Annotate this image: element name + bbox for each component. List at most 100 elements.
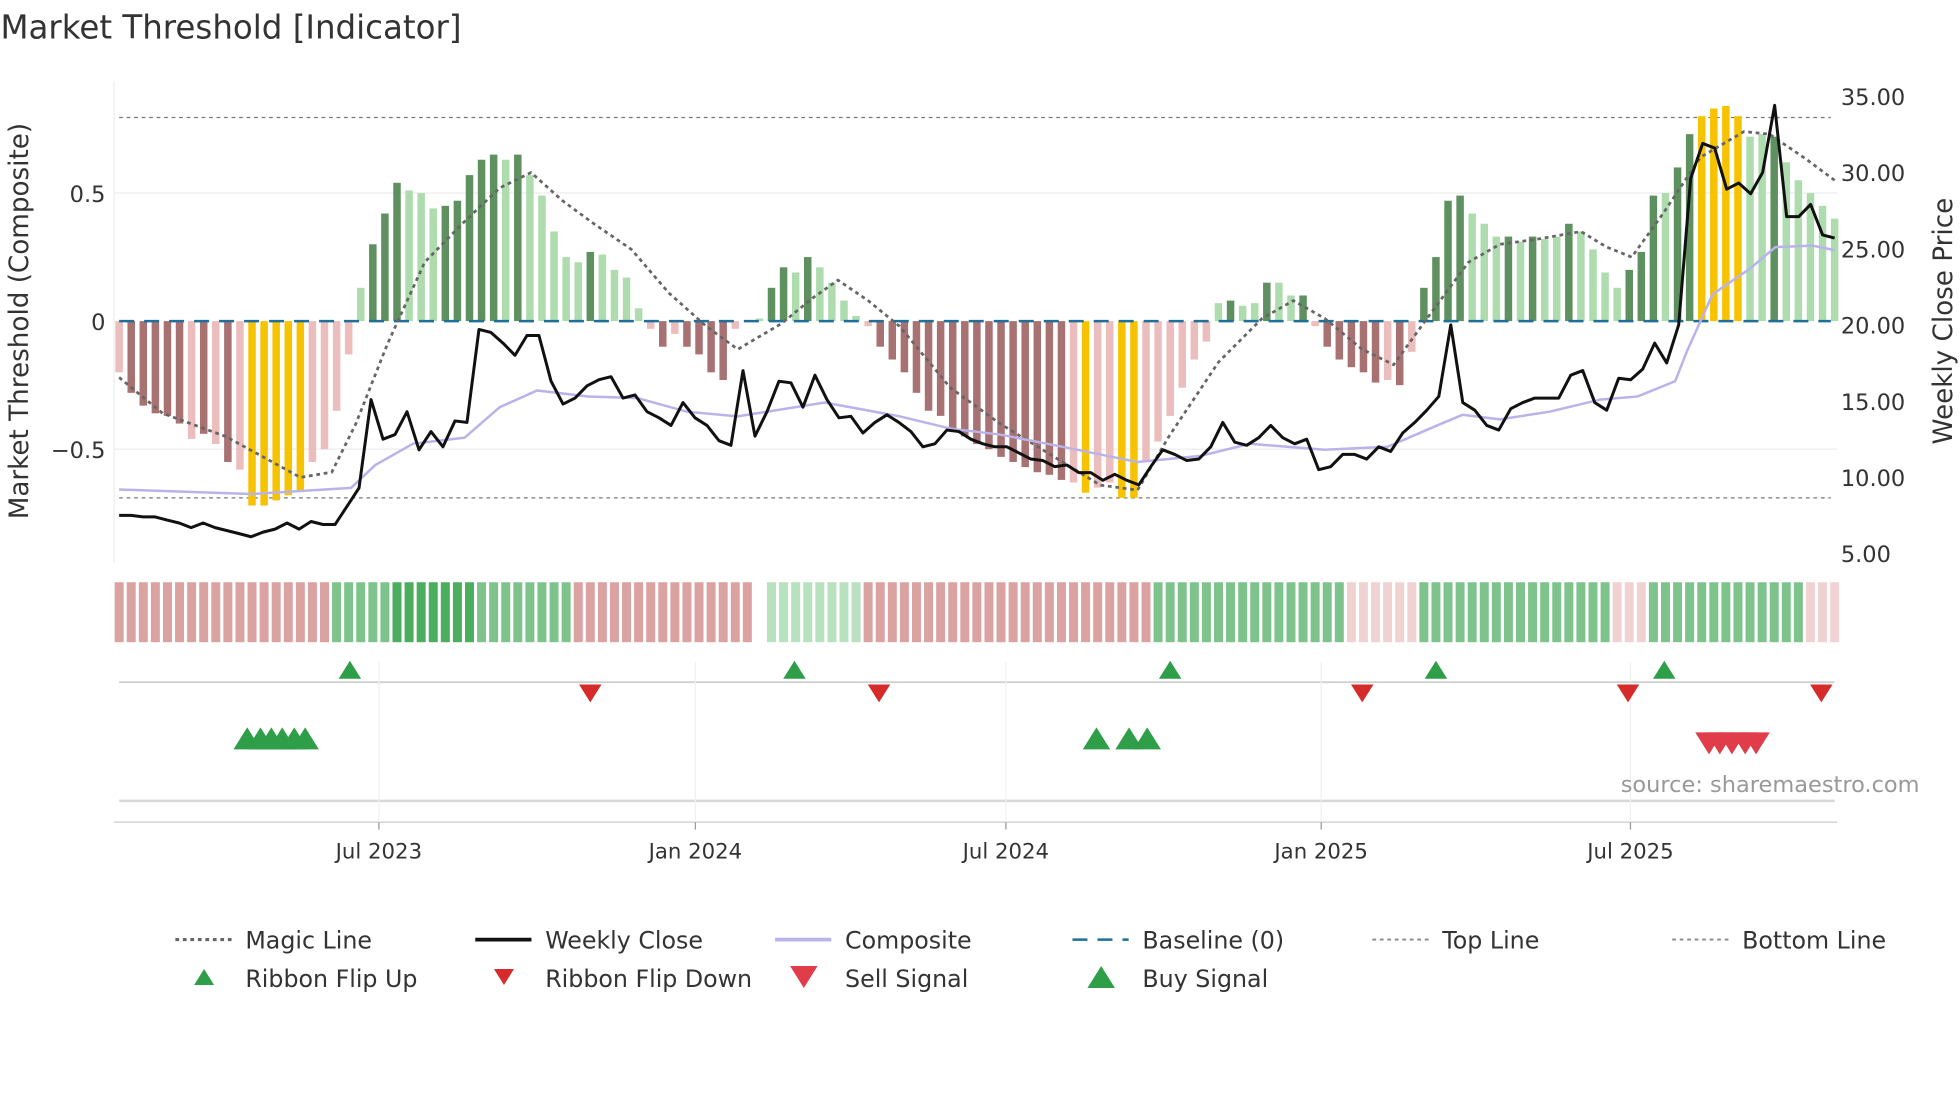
composite-bar xyxy=(369,244,377,322)
legend-buy-label: Buy Signal xyxy=(1142,965,1268,993)
ribbon-cell xyxy=(332,582,342,643)
ribbon-cell xyxy=(1334,582,1344,643)
ribbon-cell xyxy=(1793,582,1803,643)
composite-bar xyxy=(1770,136,1778,322)
composite-bar xyxy=(719,321,727,381)
composite-bar xyxy=(284,321,293,496)
composite-bar xyxy=(175,321,184,424)
ribbon-cell xyxy=(1153,582,1163,643)
ribbon-cell xyxy=(1093,582,1103,643)
composite-bar xyxy=(465,175,474,322)
ribbon-cell xyxy=(1830,582,1840,643)
ribbon-cell xyxy=(320,582,330,643)
composite-bar xyxy=(683,321,691,347)
ribbon xyxy=(114,582,1840,643)
composite-bar xyxy=(586,251,595,322)
composite-bar xyxy=(574,262,582,322)
ribbon-cell xyxy=(175,582,185,643)
composite-bar xyxy=(1383,321,1392,381)
composite-bar xyxy=(1577,231,1585,322)
composite-bar xyxy=(828,282,836,322)
ribbon-cell xyxy=(501,582,511,643)
y-right-tick-label: 5.00 xyxy=(1841,542,1891,568)
composite-bar xyxy=(1794,180,1803,322)
ribbon-cell xyxy=(344,582,354,643)
composite-bar xyxy=(1540,239,1549,322)
composite-bar xyxy=(1408,321,1416,352)
legend-bottom-label: Bottom Line xyxy=(1742,926,1886,954)
ribbon-cell xyxy=(887,582,897,643)
ribbon-flip-down-marker xyxy=(579,684,602,703)
ribbon-cell xyxy=(1213,582,1223,643)
composite-bar xyxy=(296,321,305,491)
composite-bar xyxy=(115,321,123,373)
composite-bar xyxy=(381,213,389,322)
ribbon-cell xyxy=(1479,582,1489,643)
ribbon-cell xyxy=(948,582,958,643)
ribbon-cell xyxy=(1588,582,1598,643)
ribbon-cell xyxy=(936,582,946,643)
ribbon-cell xyxy=(271,582,281,643)
composite-bar xyxy=(634,308,643,322)
composite-bar xyxy=(1154,321,1162,442)
ribbon-flip-up-marker xyxy=(338,660,362,679)
ribbon-cell xyxy=(670,582,680,643)
ribbon-cell xyxy=(150,582,160,643)
ribbon-cell xyxy=(1805,582,1815,643)
ribbon-cell xyxy=(1600,582,1610,643)
composite-bar xyxy=(199,321,208,434)
axes: 0.5 0 −0.5 35.00 30.00 25.00 20.00 15.00 10.00 5.… xyxy=(51,85,1905,864)
ribbon-cell xyxy=(622,582,632,643)
composite-bar xyxy=(1069,321,1078,483)
legend-sell-label: Sell Signal xyxy=(845,965,968,993)
composite-bar xyxy=(320,321,329,450)
ribbon-cell xyxy=(392,582,402,643)
composite-bar xyxy=(1118,321,1126,498)
composite-bar xyxy=(1565,223,1573,322)
ribbon-cell xyxy=(1733,582,1743,643)
ribbon-cell xyxy=(1769,582,1779,643)
ribbon-cell xyxy=(1008,582,1018,643)
composite-bar xyxy=(187,321,196,439)
composite-bar xyxy=(1226,300,1235,322)
grid xyxy=(113,81,1838,823)
ribbon-cell xyxy=(1310,582,1320,643)
ribbon-cell xyxy=(694,582,704,643)
ribbon-cell xyxy=(283,582,293,643)
composite-bar xyxy=(695,321,703,355)
ribbon-cell xyxy=(1069,582,1079,643)
ribbon-cell xyxy=(1189,582,1199,643)
composite-bar xyxy=(357,287,365,322)
ribbon-cell xyxy=(513,582,523,643)
composite-bar xyxy=(1528,236,1537,322)
ribbon-cell xyxy=(1298,582,1308,643)
ribbon-cell xyxy=(1286,582,1296,643)
ribbon-cell xyxy=(899,582,909,643)
ribbon-cell xyxy=(1177,582,1187,643)
composite-bar xyxy=(127,321,135,393)
ribbon-cell xyxy=(1624,582,1634,643)
composite-bar xyxy=(1746,136,1754,322)
composite-bar xyxy=(985,321,993,450)
ribbon-cell xyxy=(875,582,885,643)
composite-bar xyxy=(272,321,280,501)
composite-bar xyxy=(1553,236,1561,322)
y-right-tick-label: 35.00 xyxy=(1841,85,1905,111)
ribbon-cell xyxy=(1552,582,1562,643)
legend-magic-label: Magic Line xyxy=(245,926,372,954)
ribbon-cell xyxy=(307,582,317,643)
composite-bar xyxy=(1649,195,1658,322)
legend-sell-swatch xyxy=(790,966,818,989)
ribbon-cell xyxy=(356,582,366,643)
composite-bar xyxy=(1420,287,1428,322)
composite-bar xyxy=(1081,321,1090,493)
composite-bar xyxy=(1190,321,1199,360)
ribbon-cell xyxy=(1383,582,1393,643)
composite-bar xyxy=(973,321,981,445)
ribbon-cell xyxy=(839,582,849,643)
ribbon-cell xyxy=(573,582,583,643)
composite-bar xyxy=(1818,205,1827,322)
ribbon-cell xyxy=(1648,582,1658,643)
composite-bar xyxy=(1516,241,1525,322)
y-axis-left-label: Market Threshold (Composite) xyxy=(5,123,35,519)
